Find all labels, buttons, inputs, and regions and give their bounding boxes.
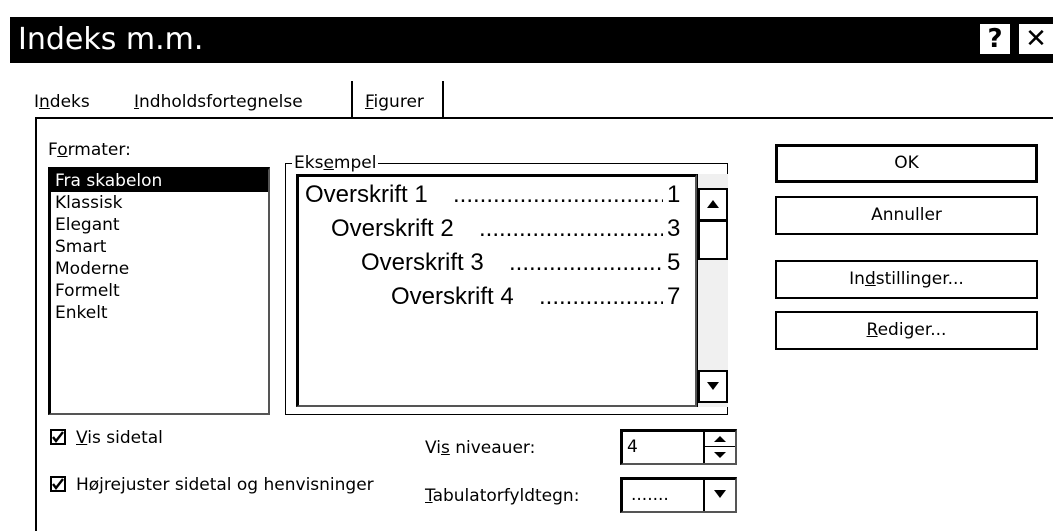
- arrow-down-icon: [707, 382, 719, 390]
- formats-label: Formater:: [48, 140, 131, 160]
- tab-leader-label: Tabulatorfyldtegn:: [425, 486, 580, 506]
- settings-button[interactable]: Indstillinger...: [775, 260, 1038, 299]
- list-item[interactable]: Moderne: [51, 258, 268, 280]
- spin-down-icon[interactable]: [705, 447, 735, 462]
- title-bar[interactable]: Indeks m.m. ? ✕: [10, 17, 1053, 63]
- check-icon: [52, 431, 64, 443]
- show-page-numbers-option[interactable]: Vis sidetal: [50, 427, 163, 449]
- levels-label: Vis niveauer:: [425, 438, 536, 458]
- tab-divider: [351, 81, 353, 119]
- toc-leader: ........................................…: [453, 181, 663, 208]
- toc-page-4: 7: [667, 283, 681, 310]
- arrow-up-icon: [707, 200, 719, 208]
- list-item[interactable]: Smart: [51, 236, 268, 258]
- list-item[interactable]: Klassisk: [51, 192, 268, 214]
- spin-buttons[interactable]: [703, 432, 735, 463]
- list-item[interactable]: Formelt: [51, 280, 268, 302]
- toc-line-1: Overskrift 1: [305, 181, 428, 208]
- list-item[interactable]: Enkelt: [51, 302, 268, 324]
- toc-leader: ........................................…: [479, 215, 663, 242]
- example-preview: Overskrift 1 ...........................…: [296, 174, 697, 407]
- scroll-up-button[interactable]: [698, 188, 728, 221]
- tab-indeks[interactable]: Indeks: [34, 91, 90, 113]
- dialog-title: Indeks m.m.: [18, 22, 204, 57]
- tab-figurer[interactable]: Figurer: [365, 91, 424, 113]
- list-item[interactable]: Elegant: [51, 214, 268, 236]
- scroll-thumb[interactable]: [698, 220, 728, 260]
- check-icon: [52, 478, 64, 490]
- levels-value[interactable]: 4: [627, 436, 638, 458]
- right-align-option[interactable]: Højrejuster sidetal og henvisninger: [50, 474, 374, 496]
- edit-button[interactable]: Rediger...: [775, 311, 1038, 350]
- toc-leader: ........................................…: [509, 249, 663, 276]
- tab-indholdsfortegnelse[interactable]: Indholdsfortegnelse: [134, 91, 303, 113]
- toc-page-3: 5: [667, 249, 681, 276]
- tab-panel-border: [35, 117, 1053, 119]
- toc-page-2: 3: [667, 215, 681, 242]
- help-icon: ?: [987, 24, 1003, 54]
- tab-panel-border: [35, 117, 37, 531]
- cancel-button[interactable]: Annuller: [775, 196, 1038, 235]
- chevron-down-icon: [714, 490, 726, 498]
- toc-leader: ........................................…: [539, 283, 663, 310]
- tab-leader-select[interactable]: .......: [620, 477, 737, 513]
- example-label: Eksempel: [292, 152, 379, 174]
- example-scrollbar[interactable]: [697, 174, 728, 407]
- dialog-window: Indeks m.m. ? ✕ Indeks Indholdsfortegnel…: [10, 17, 1053, 531]
- tab-divider: [442, 81, 444, 117]
- toc-line-3: Overskrift 3: [361, 249, 484, 276]
- list-item[interactable]: Fra skabelon: [51, 170, 268, 192]
- close-button[interactable]: ✕: [1017, 22, 1053, 56]
- scroll-down-button[interactable]: [698, 370, 728, 403]
- toc-page-1: 1: [667, 181, 681, 208]
- close-icon: ✕: [1025, 24, 1047, 54]
- dropdown-button[interactable]: [703, 480, 735, 511]
- spin-up-icon[interactable]: [705, 432, 735, 447]
- tab-leader-value: .......: [631, 485, 669, 505]
- show-page-numbers-checkbox[interactable]: [50, 429, 66, 445]
- help-button[interactable]: ?: [978, 22, 1012, 56]
- right-align-checkbox[interactable]: [50, 476, 66, 492]
- toc-line-4: Overskrift 4: [391, 283, 514, 310]
- levels-spinner[interactable]: 4: [620, 429, 737, 465]
- ok-button[interactable]: OK: [775, 144, 1038, 183]
- formats-listbox[interactable]: Fra skabelon Klassisk Elegant Smart Mode…: [48, 167, 270, 415]
- toc-line-2: Overskrift 2: [331, 215, 454, 242]
